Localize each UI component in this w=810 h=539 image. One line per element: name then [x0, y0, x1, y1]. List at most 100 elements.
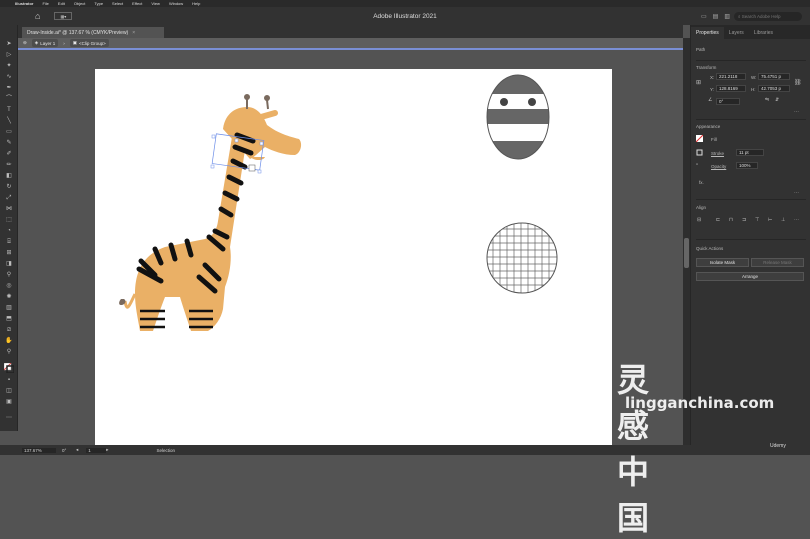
- eyedropper-tool-icon[interactable]: ⚲: [4, 272, 14, 279]
- stroke-label[interactable]: Stroke: [711, 151, 724, 156]
- more-options-icon[interactable]: ⋯: [794, 109, 799, 115]
- h-input[interactable]: 42.7053 p: [758, 85, 790, 92]
- opacity-input[interactable]: 100%: [736, 162, 758, 169]
- document-tab[interactable]: Draw-Inside.ai* @ 137.67 % (CMYK/Preview…: [22, 27, 164, 38]
- constrain-proportions-icon[interactable]: ⛓: [794, 79, 802, 86]
- stroke-weight-input[interactable]: 11 pt: [736, 149, 764, 156]
- graph-tool-icon[interactable]: ▥: [4, 305, 14, 312]
- blend-tool-icon[interactable]: ◎: [4, 283, 14, 290]
- angle-input[interactable]: 0°: [716, 98, 740, 105]
- window-layout-icon[interactable]: ▥: [724, 13, 730, 20]
- stroke-swatch-icon[interactable]: [696, 149, 703, 158]
- mesh-tool-icon[interactable]: ⊞: [4, 250, 14, 257]
- align-more-icon[interactable]: ⋯: [794, 217, 799, 223]
- lasso-tool-icon[interactable]: ∿: [4, 74, 14, 81]
- flip-vertical-icon[interactable]: ⇵: [775, 97, 779, 103]
- direct-selection-tool-icon[interactable]: ▷: [4, 52, 14, 59]
- align-center-icon[interactable]: ⊓: [729, 217, 733, 223]
- artboard[interactable]: [95, 69, 612, 445]
- w-input[interactable]: 75.4751 p: [758, 73, 790, 80]
- search-toggle-icon[interactable]: ▤: [713, 13, 719, 20]
- paintbrush-tool-icon[interactable]: ✎: [4, 140, 14, 147]
- rectangle-tool-icon[interactable]: ▭: [4, 129, 14, 136]
- help-search-input[interactable]: ⌕ Search Adobe Help: [734, 11, 802, 21]
- menu-type[interactable]: Type: [94, 1, 103, 6]
- striped-egg-shape[interactable]: [485, 74, 555, 164]
- shaper-tool-icon[interactable]: ✐: [4, 151, 14, 158]
- width-tool-icon[interactable]: ⋈: [4, 206, 14, 213]
- symbol-sprayer-tool-icon[interactable]: ✺: [4, 294, 14, 301]
- menu-effect[interactable]: Effect: [132, 1, 142, 6]
- grid-circle-shape[interactable]: [486, 222, 558, 294]
- scrollbar-thumb[interactable]: [684, 238, 689, 268]
- align-middle-icon[interactable]: ⊢: [768, 217, 772, 223]
- curvature-tool-icon[interactable]: ⌒: [4, 96, 14, 103]
- menu-help[interactable]: Help: [192, 1, 200, 6]
- isolate-mask-button[interactable]: Isolate Mask: [696, 258, 749, 267]
- screen-mode-icon[interactable]: ▣: [4, 399, 14, 406]
- menu-file[interactable]: File: [42, 1, 48, 6]
- app-title-bar: ⌂ ▦▾ Adobe Illustrator 2021 ▭ ▤ ▥ ⌕ Sear…: [0, 7, 810, 25]
- opacity-label[interactable]: Opacity: [711, 164, 726, 169]
- menu-object[interactable]: Object: [74, 1, 86, 6]
- isolation-group-chip[interactable]: ▣ <Clip Group>: [69, 39, 109, 47]
- scale-tool-icon[interactable]: ⤢: [4, 195, 14, 202]
- align-top-icon[interactable]: ⊤: [755, 217, 759, 223]
- fill-stroke-swatch-icon[interactable]: [3, 362, 15, 374]
- menu-select[interactable]: Select: [112, 1, 123, 6]
- next-artboard-icon[interactable]: ▸: [106, 447, 108, 453]
- gradient-tool-icon[interactable]: ◨: [4, 261, 14, 268]
- vertical-scrollbar[interactable]: [683, 38, 690, 445]
- pen-tool-icon[interactable]: ✒: [4, 85, 14, 92]
- giraffe-illustration[interactable]: [119, 94, 302, 331]
- appearance-more-icon[interactable]: ⋯: [794, 190, 799, 196]
- align-right-icon[interactable]: ⊐: [742, 217, 746, 223]
- rotation-field[interactable]: 0°: [62, 448, 76, 453]
- line-tool-icon[interactable]: ╲: [4, 118, 14, 125]
- menu-edit[interactable]: Edit: [58, 1, 65, 6]
- flip-horizontal-icon[interactable]: ⇋: [765, 97, 769, 103]
- share-icon[interactable]: ▭: [701, 13, 707, 20]
- release-mask-button[interactable]: Release Mask: [751, 258, 804, 267]
- prev-artboard-icon[interactable]: ◂: [76, 447, 78, 453]
- panel-tabs: Properties Layers Libraries: [691, 25, 810, 39]
- align-bottom-icon[interactable]: ⊥: [781, 217, 785, 223]
- align-to-selection-icon[interactable]: ⊟: [697, 217, 701, 223]
- back-arrow-icon[interactable]: ⊖: [23, 40, 27, 46]
- pencil-tool-icon[interactable]: ✏: [4, 162, 14, 169]
- y-input[interactable]: 128.8169: [716, 85, 746, 92]
- magic-wand-tool-icon[interactable]: ✦: [4, 63, 14, 70]
- reference-point-icon[interactable]: ⊞: [696, 79, 701, 86]
- fx-button[interactable]: fx.: [699, 180, 704, 185]
- align-left-icon[interactable]: ⊏: [716, 217, 720, 223]
- x-input[interactable]: 221.2118: [716, 73, 746, 80]
- type-tool-icon[interactable]: T: [4, 107, 14, 114]
- color-mode-icon[interactable]: ▪: [4, 377, 14, 384]
- tools-panel: ➤ ▷ ✦ ∿ ✒ ⌒ T ╲ ▭ ✎ ✐ ✏ ◧ ↻ ⤢ ⋈ ⬚ ◔ ⌸ ⊞ …: [0, 25, 18, 431]
- zoom-level-field[interactable]: 137.67%: [22, 447, 56, 453]
- tab-properties[interactable]: Properties: [691, 27, 724, 39]
- transform-title: Transform: [696, 65, 717, 70]
- shape-builder-tool-icon[interactable]: ◔: [4, 228, 14, 235]
- eraser-tool-icon[interactable]: ◧: [4, 173, 14, 180]
- menu-view[interactable]: View: [151, 1, 160, 6]
- free-transform-tool-icon[interactable]: ⬚: [4, 217, 14, 224]
- more-tools-icon[interactable]: ⋯: [4, 415, 14, 422]
- tab-libraries[interactable]: Libraries: [749, 27, 778, 39]
- menu-window[interactable]: Window: [169, 1, 183, 6]
- slice-tool-icon[interactable]: ⧄: [4, 327, 14, 334]
- selection-tool-icon[interactable]: ➤: [4, 41, 14, 48]
- arrange-button[interactable]: Arrange: [696, 272, 804, 281]
- hand-tool-icon[interactable]: ✋: [4, 338, 14, 345]
- isolation-layer-chip[interactable]: ◈ Layer 1: [31, 39, 59, 47]
- perspective-grid-tool-icon[interactable]: ⌸: [4, 239, 14, 246]
- rotate-tool-icon[interactable]: ↻: [4, 184, 14, 191]
- zoom-tool-icon[interactable]: ⚲: [4, 349, 14, 356]
- artboard-number-field[interactable]: 1: [86, 447, 107, 453]
- fill-swatch-icon[interactable]: [695, 134, 704, 144]
- menu-app-name[interactable]: Illustrator: [15, 1, 33, 6]
- tab-layers[interactable]: Layers: [724, 27, 749, 39]
- close-tab-icon[interactable]: ×: [132, 30, 135, 36]
- draw-mode-icon[interactable]: ◫: [4, 388, 14, 395]
- artboard-tool-icon[interactable]: ⬒: [4, 316, 14, 323]
